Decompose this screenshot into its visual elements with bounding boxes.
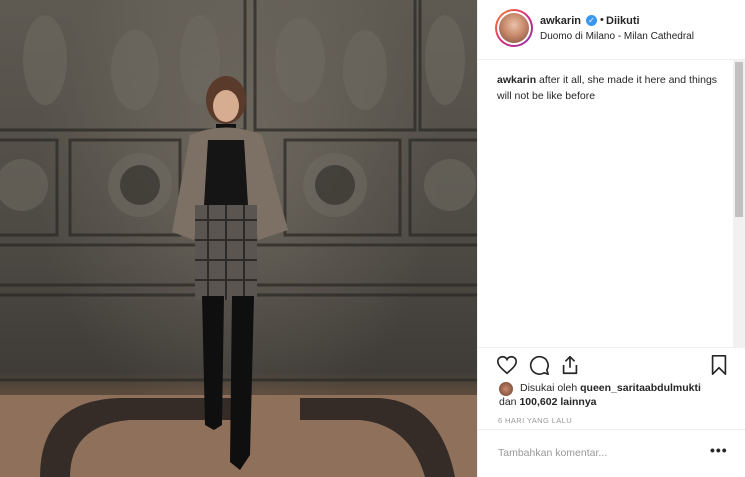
comment-icon[interactable] [528,354,550,376]
more-options-icon[interactable]: ••• [710,442,728,458]
caption-username-link[interactable]: awkarin [497,74,536,86]
likes-line-1: Disukai oleh queen_saritaabdulmukti [520,381,701,396]
liked-by-prefix: Disukai oleh [520,382,578,394]
likes-suffix: lainnya [560,396,597,408]
likes-line-2: dan 100,602 lainnya [499,395,597,410]
avatar[interactable] [495,9,533,47]
comment-input[interactable]: Tambahkan komentar... [498,447,607,459]
post-caption: awkarin after it all, she made it here a… [497,72,732,104]
comments-scrollbar[interactable] [733,60,745,347]
share-icon[interactable] [559,354,581,376]
post-photo[interactable] [0,0,477,477]
avatar-ring [497,11,531,45]
likes-count: 100,602 [519,396,558,408]
verified-badge-icon: ✓ [586,15,597,26]
location-link[interactable]: Duomo di Milano - Milan Cathedral [540,31,694,42]
post-timestamp[interactable]: 6 HARI YANG LALU [498,416,572,425]
heart-icon[interactable] [496,354,518,376]
comment-bar: Tambahkan komentar... ••• [478,429,745,477]
liked-by-user-link[interactable]: queen_saritaabdulmukti [580,382,701,394]
liked-by-and: dan [499,396,517,408]
photo-scene [0,0,477,477]
header-separator: • [600,14,604,26]
scrollbar-thumb[interactable] [735,62,743,217]
bookmark-icon[interactable] [708,354,730,376]
avatar-image [499,13,529,43]
likes-count-link[interactable]: 100,602 lainnya [519,396,596,408]
liker-avatar[interactable] [499,382,513,396]
post-header: awkarin ✓ • Diikuti Duomo di Milano - Mi… [478,0,745,60]
post-sidebar: awkarin ✓ • Diikuti Duomo di Milano - Mi… [477,0,745,477]
username-link[interactable]: awkarin [540,15,581,27]
action-bar [478,347,745,381]
follow-status-button[interactable]: Diikuti [606,15,640,27]
